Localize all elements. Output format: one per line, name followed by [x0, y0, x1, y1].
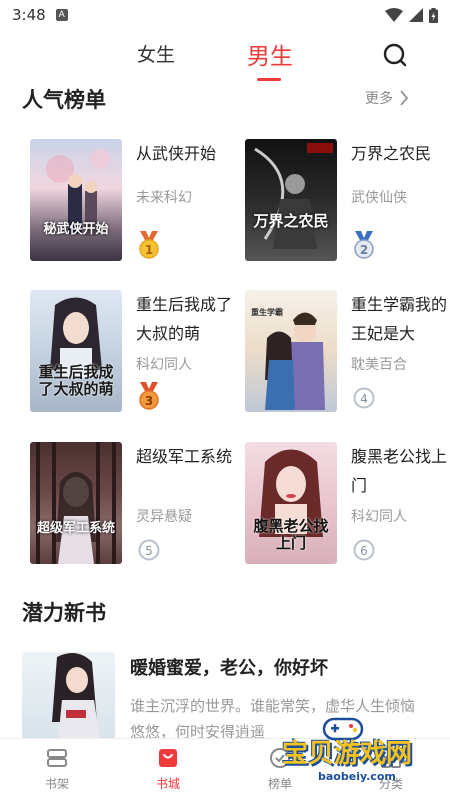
cover-illustration — [52, 653, 100, 740]
rank-number: 4 — [360, 392, 368, 406]
more-label: 更多 — [365, 91, 393, 107]
book-genre: 科幻同人 — [351, 509, 407, 525]
rank-badge-icon: 4 — [353, 387, 375, 409]
rank-number: 5 — [145, 544, 153, 558]
cover-title: 万界之农民 — [253, 212, 329, 230]
cover-illustration — [36, 442, 116, 564]
book-title[interactable]: 腹黑老公找上门 — [351, 442, 450, 500]
book-card[interactable]: 重生学霸 重生学霸我的王妃是大 耽美百合 4 — [245, 290, 450, 415]
cover-title: 腹黑老公找上门 — [253, 517, 329, 552]
book-cover[interactable]: 超级军工系统 — [30, 442, 122, 564]
book-genre: 武侠仙侠 — [351, 190, 407, 206]
cover-title: 重生后我成了大叔的萌 — [38, 363, 114, 398]
book-title[interactable]: 万界之农民 — [351, 139, 450, 168]
book-cover[interactable]: 万界之农民 — [245, 139, 337, 261]
new-book-cover[interactable] — [22, 652, 115, 740]
book-card[interactable]: 万界之农民 万界之农民 武侠仙侠 2 — [245, 139, 450, 264]
more-link[interactable]: 更多 — [365, 88, 409, 108]
rank-number: 6 — [360, 544, 368, 558]
tab-male[interactable]: 男生 — [247, 37, 293, 71]
book-title[interactable]: 超级军工系统 — [136, 442, 240, 471]
status-bar: 3:48 A — [0, 0, 450, 30]
active-tab-indicator — [257, 78, 281, 81]
cover-title: 超级军工系统 — [36, 521, 115, 536]
book-cover[interactable]: 重生后我成了大叔的萌 — [30, 290, 122, 412]
book-genre: 未来科幻 — [136, 190, 192, 206]
rank-medal-icon: 2 — [354, 231, 374, 259]
rank-badge-icon: 6 — [353, 539, 375, 561]
book-genre: 科幻同人 — [136, 357, 192, 373]
rank-medal-icon: 1 — [139, 231, 159, 259]
watermark: 宝贝游戏网 baobeiy.com — [270, 715, 450, 800]
rank-badge-icon: 5 — [138, 539, 160, 561]
rank-number: 2 — [360, 243, 368, 257]
watermark-url: baobeiy.com — [318, 770, 396, 783]
nav-bookstore[interactable]: 书城 — [133, 747, 203, 792]
chevron-right-icon — [400, 90, 409, 106]
nav-bookshelf[interactable]: 书架 — [22, 747, 92, 792]
status-time: 3:48 — [12, 6, 46, 24]
status-icons — [385, 7, 438, 23]
cover-illustration — [46, 149, 110, 236]
book-title[interactable]: 重生后我成了大叔的萌 — [136, 290, 240, 348]
wifi-icon — [385, 8, 403, 22]
book-card[interactable]: 超级军工系统 超级军工系统 灵异悬疑 5 — [30, 442, 240, 567]
cover-title: 秘武侠开始 — [43, 222, 109, 237]
watermark-text: 宝贝游戏网 — [282, 739, 413, 769]
rank-number: 1 — [145, 243, 153, 257]
shopping-bag-icon — [159, 749, 177, 767]
book-card[interactable]: 腹黑老公找上门 腹黑老公找上门 科幻同人 6 — [245, 442, 450, 567]
signal-icon — [409, 8, 423, 22]
book-cover[interactable]: 秘武侠开始 — [30, 139, 122, 261]
rank-number: 3 — [145, 394, 153, 408]
cover-title: 重生学霸 — [251, 307, 283, 317]
battery-icon — [429, 7, 438, 23]
cover-illustration — [254, 143, 333, 249]
book-cover[interactable]: 腹黑老公找上门 — [245, 442, 337, 564]
book-genre: 耽美百合 — [351, 357, 407, 373]
book-card[interactable]: 重生后我成了大叔的萌 重生后我成了大叔的萌 科幻同人 3 — [30, 290, 240, 415]
new-book-title[interactable]: 暖婚蜜爱，老公，你好坏 — [130, 654, 328, 680]
nav-bookshelf-label: 书架 — [44, 777, 69, 791]
book-title[interactable]: 从武侠开始 — [136, 139, 240, 168]
notification-icon: A — [55, 9, 68, 21]
book-cover[interactable]: 重生学霸 — [245, 290, 337, 412]
bookshelf-icon — [47, 749, 67, 767]
section-title-popular: 人气榜单 — [22, 88, 106, 112]
nav-bookstore-label: 书城 — [155, 777, 180, 791]
gender-tabs: 女生 男生 — [0, 30, 450, 81]
book-card[interactable]: 秘武侠开始 从武侠开始 未来科幻 1 — [30, 139, 240, 264]
tab-female[interactable]: 女生 — [137, 40, 175, 67]
book-genre: 灵异悬疑 — [136, 509, 192, 525]
section-title-new-books: 潜力新书 — [22, 601, 106, 625]
rank-medal-icon: 3 — [139, 382, 159, 410]
book-title[interactable]: 重生学霸我的王妃是大 — [351, 290, 450, 348]
search-icon[interactable] — [382, 42, 408, 68]
